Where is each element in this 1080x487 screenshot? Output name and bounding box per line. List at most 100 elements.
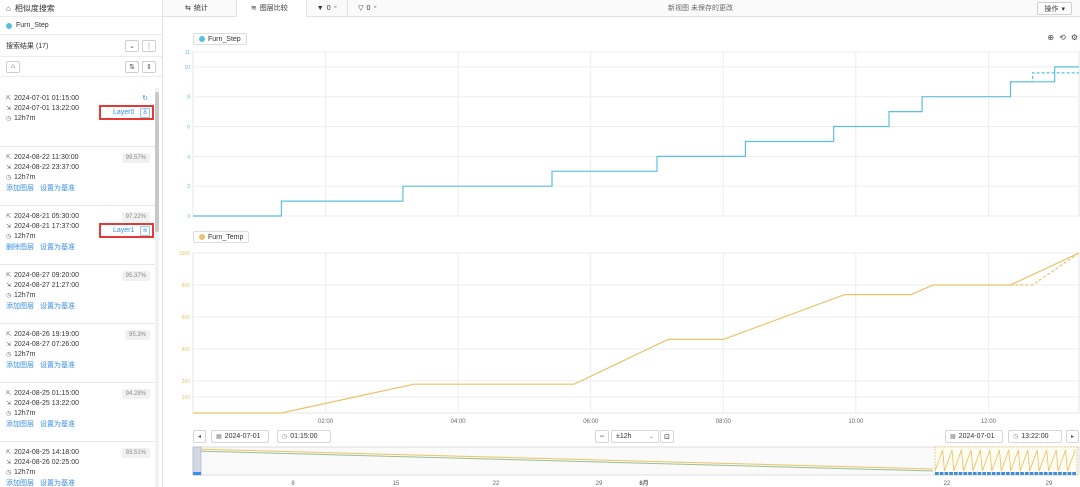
layer-highlight-box[interactable]: Layer1 ≋ xyxy=(99,223,154,238)
result-duration: 12h7m xyxy=(14,233,36,240)
overview-bar-segment xyxy=(1058,472,1062,475)
end-time-icon: ⇲ xyxy=(6,342,12,348)
next-range-button[interactable]: ▸ xyxy=(1066,430,1079,443)
series-line-layer1 xyxy=(1010,72,1079,83)
sort-icon: ⇅ xyxy=(129,63,135,71)
overview-tick-label: 22 xyxy=(944,481,951,487)
time-axis: 02:00 04:00 06:00 08:00 10:00 12:00 xyxy=(318,419,997,425)
step-select[interactable]: ±12h ⌄ xyxy=(611,430,659,443)
similarity-badge: 94.28% xyxy=(121,389,150,399)
overview-chart[interactable]: 8 15 22 29 8月 22 29 xyxy=(192,446,1080,487)
result-duration: 12h7m xyxy=(14,292,36,299)
remove-layer-link[interactable]: 删除图层 xyxy=(6,242,34,253)
set-baseline-link[interactable]: 设置为基准 xyxy=(40,183,75,194)
overview-tick-label: 29 xyxy=(596,481,603,487)
set-baseline-link[interactable]: 设置为基准 xyxy=(40,242,75,253)
result-end: 2024-08-26 02:25:00 xyxy=(14,459,79,466)
end-date-input[interactable]: ▦ 2024-07-01 xyxy=(945,430,1003,443)
chevron-down-icon: ⌄ xyxy=(648,434,654,440)
end-time-input[interactable]: ◷ 13:22:00 xyxy=(1008,430,1062,443)
more-button[interactable]: ⋮ xyxy=(142,39,156,52)
tab-statistics[interactable]: ⇆ 统计 xyxy=(163,0,237,17)
layer-icon[interactable]: 8 xyxy=(140,107,150,118)
result-duration: 12h7m xyxy=(14,351,36,358)
sort-button[interactable]: ⇅ xyxy=(125,60,139,73)
set-baseline-link[interactable]: 设置为基准 xyxy=(40,301,75,312)
result-card[interactable]: ⇱ 2024-07-01 01:15:00 ⇲ 2024-07-01 13:22:0… xyxy=(0,88,156,147)
add-layer-link[interactable]: 添加图层 xyxy=(6,360,34,371)
overview-bar-segment xyxy=(968,472,972,475)
result-card[interactable]: 93.51% ⇱ 2024-08-25 14:18:00 ⇲ 2024-08-26 … xyxy=(0,442,156,487)
filter-outline-icon: ▽ xyxy=(358,5,364,12)
y-tick-label: 800 xyxy=(182,283,191,289)
add-layer-link[interactable]: 添加图层 xyxy=(6,183,34,194)
result-card[interactable]: 97.22% ⇱ 2024-08-21 05:30:00 ⇲ 2024-08-21 … xyxy=(0,206,156,265)
add-layer-link[interactable]: 添加图层 xyxy=(6,478,34,487)
set-baseline-link[interactable]: 设置为基准 xyxy=(40,419,75,430)
layers-icon[interactable]: ≋ xyxy=(140,225,150,236)
end-time-icon: ⇲ xyxy=(6,106,12,112)
add-layer-link[interactable]: 添加图层 xyxy=(6,301,34,312)
close-icon[interactable]: × xyxy=(373,5,377,11)
lock-button[interactable]: ⊡ xyxy=(660,430,674,443)
home-button[interactable]: ⌂ xyxy=(6,60,20,73)
start-time-icon: ⇱ xyxy=(6,273,12,279)
tab-layer-compare[interactable]: ≋ 图层比较 xyxy=(236,0,307,17)
home-icon[interactable]: ⌂ xyxy=(6,4,11,13)
overview-bar-segment xyxy=(1067,472,1072,475)
start-time-icon: ⇱ xyxy=(6,96,12,102)
y-tick-label: 11 xyxy=(185,50,190,56)
x-tick-label: 10:00 xyxy=(848,419,864,425)
result-card[interactable]: 95.37% ⇱ 2024-08-27 09:20:00 ⇲ 2024-08-27 … xyxy=(0,265,156,324)
unsaved-status: 新视图 未保存的更改 xyxy=(668,5,733,12)
expand-button[interactable]: ⇕ xyxy=(142,60,156,73)
overview-tick-label: 8月 xyxy=(639,479,648,487)
sidebar-scrollbar-thumb[interactable] xyxy=(155,92,159,232)
tab-filter-1[interactable]: ▼ 0 × xyxy=(307,0,349,17)
selected-tag[interactable]: Furn_Step xyxy=(0,17,162,35)
layer-highlight-box[interactable]: Layer0 8 xyxy=(99,105,154,120)
y-tick-label: 400 xyxy=(182,347,191,353)
start-time-input[interactable]: ◷ 01:15:00 xyxy=(277,430,331,443)
charts-svg[interactable]: 11 10 8 6 4 2 0 1000 800 600 400 200 100 02:00 04:00… xyxy=(163,17,1080,487)
overview-bar-segment xyxy=(1020,472,1024,475)
set-baseline-link[interactable]: 设置为基准 xyxy=(40,478,75,487)
operations-button[interactable]: 操作 ▾ xyxy=(1037,2,1072,15)
result-card[interactable]: 94.28% ⇱ 2024-08-25 01:15:00 ⇲ 2024-08-25 … xyxy=(0,383,156,442)
overview-bar-segment xyxy=(1043,472,1048,475)
overview-bar-segment xyxy=(944,472,949,475)
refresh-icon[interactable]: ↻ xyxy=(142,94,148,102)
tab-label: 统计 xyxy=(193,5,208,12)
start-time-icon: ⇱ xyxy=(6,450,12,456)
set-baseline-link[interactable]: 设置为基准 xyxy=(40,360,75,371)
temp-chart: 1000 800 600 400 200 100 xyxy=(179,251,1080,414)
end-date-value: 2024-07-01 xyxy=(958,433,995,440)
similarity-badge: 95.37% xyxy=(121,271,150,281)
result-card[interactable]: 95.3% ⇱ 2024-08-26 19:19:00 ⇲ 2024-08-27 0… xyxy=(0,324,156,383)
sidebar: ⌂ 相似度搜索 Furn_Step 搜索结果 (17) ⌄ ⋮ ⌂ ⇅ ⇕ ⇱ 2… xyxy=(0,0,163,487)
overview-bar-segment xyxy=(996,472,1001,475)
tab-filter-2[interactable]: ▽ 0 × xyxy=(348,0,387,17)
prev-range-button[interactable]: ◂ xyxy=(193,430,206,443)
overview-bar-segment xyxy=(963,472,968,475)
similarity-badge: 93.51% xyxy=(121,448,150,458)
tab-label: 0 xyxy=(366,4,371,12)
zoom-range-button[interactable]: ⇔ xyxy=(595,430,609,443)
overview-bar-segment xyxy=(977,472,982,475)
close-icon[interactable]: × xyxy=(334,5,338,11)
overview-bar-segment xyxy=(939,472,944,475)
chart-panel: Furn_Step ⊕ ⟲ ⚙ Furn_Temp 11 10 8 6 4 2 0 1000… xyxy=(163,17,1080,487)
y-tick-label: 600 xyxy=(182,315,191,321)
result-card[interactable]: 99.57% ⇱ 2024-08-22 11:30:00 ⇲ 2024-08-22 … xyxy=(0,147,156,206)
y-tick-label: 6 xyxy=(187,125,190,131)
collapse-button[interactable]: ⌄ xyxy=(125,39,139,52)
results-list: ⇱ 2024-07-01 01:15:00 ⇲ 2024-07-01 13:22:0… xyxy=(0,88,156,487)
overview-bar-segment xyxy=(987,472,991,475)
add-layer-link[interactable]: 添加图层 xyxy=(6,419,34,430)
result-end: 2024-08-27 07:26:00 xyxy=(14,341,79,348)
result-start: 2024-08-22 11:30:00 xyxy=(14,154,79,161)
start-date-input[interactable]: ▦ 2024-07-01 xyxy=(211,430,269,443)
overview-tick-label: 22 xyxy=(493,481,500,487)
overview-bar-segment xyxy=(1072,472,1076,475)
calendar-icon: ▦ xyxy=(950,434,956,440)
